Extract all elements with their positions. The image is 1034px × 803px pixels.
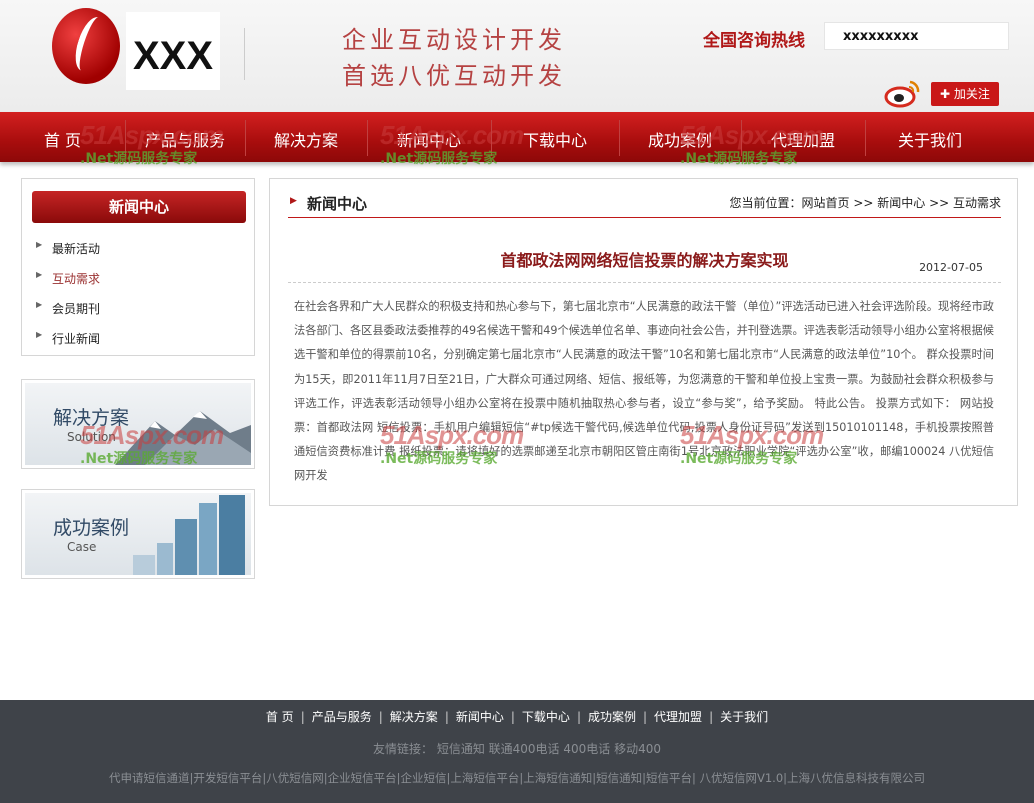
- footer-link-agency[interactable]: 代理加盟: [654, 710, 702, 724]
- sidebar-item-industry-news[interactable]: ▶ 行业新闻: [36, 330, 101, 347]
- logo-divider: [244, 28, 245, 80]
- breadcrumb[interactable]: 您当前位置：网站首页 >> 新闻中心 >> 互动需求: [730, 194, 1001, 211]
- slogan-line-1: 企业互动设计开发: [342, 26, 566, 54]
- nav-item-news[interactable]: 新闻中心: [367, 112, 491, 162]
- section-arrow-icon: ▶: [290, 196, 297, 206]
- friend-links: 友情链接： 短信通知 联通400电话 400电话 移动400: [0, 740, 1034, 757]
- friend-links-label: 友情链接：: [372, 742, 433, 756]
- footer-link-news[interactable]: 新闻中心: [456, 710, 504, 724]
- article-body: 在社会各界和广大人民群众的积极支持和热心参与下，第七届北京市“人民满意的政法干警…: [294, 300, 994, 483]
- case-banner[interactable]: 成功案例 Case: [21, 489, 255, 579]
- section-divider: [288, 217, 1001, 218]
- bullet-icon: ▶: [36, 330, 43, 339]
- sidebar-item-label: 会员期刊: [52, 302, 101, 316]
- nav-item-home[interactable]: 首 页: [0, 112, 125, 162]
- bullet-icon: ▶: [36, 270, 43, 279]
- nav-item-downloads[interactable]: 下载中心: [491, 112, 619, 162]
- nav-item-about[interactable]: 关于我们: [865, 112, 995, 162]
- follow-button[interactable]: ✚ 加关注: [931, 82, 999, 106]
- footer-nav: 首 页 | 产品与服务 | 解决方案 | 新闻中心 | 下载中心 | 成功案例 | 代理加盟 | 关于我们: [265, 710, 769, 724]
- case-banner-subtitle: Case: [67, 540, 97, 554]
- sidebar-item-label: 最新活动: [52, 242, 101, 256]
- solution-banner-image: 解决方案 Solution: [25, 383, 251, 465]
- sidebar-item-label: 互动需求: [52, 272, 101, 286]
- footer-link-about[interactable]: 关于我们: [720, 710, 768, 724]
- footer-links-line[interactable]: 代申请短信通道|开发短信平台|八优短信网|企业短信平台|企业短信|上海短信平台|…: [0, 770, 1034, 786]
- footer-link-downloads[interactable]: 下载中心: [522, 710, 570, 724]
- bullet-icon: ▶: [36, 240, 43, 249]
- sidebar-item-label: 行业新闻: [52, 332, 101, 346]
- bullet-icon: ▶: [36, 300, 43, 309]
- plus-icon: ✚: [940, 87, 954, 101]
- solution-banner-subtitle: Solution: [67, 430, 116, 444]
- article-panel: ▶ 新闻中心 您当前位置：网站首页 >> 新闻中心 >> 互动需求 首都政法网网…: [269, 178, 1018, 506]
- article-divider: [288, 282, 1001, 283]
- sidebar-item-interactive-demand[interactable]: ▶ 互动需求: [36, 270, 101, 287]
- nav-item-cases[interactable]: 成功案例: [619, 112, 741, 162]
- article-title: 首都政法网网络短信投票的解决方案实现: [500, 251, 789, 270]
- nav-item-products[interactable]: 产品与服务: [125, 112, 245, 162]
- news-category-panel: 新闻中心 ▶ 最新活动 ▶ 互动需求 ▶ 会员期刊 ▶ 行业新闻: [21, 178, 255, 356]
- follow-label: 加关注: [953, 87, 990, 101]
- logo-icon[interactable]: [52, 8, 120, 84]
- slogan-line-2: 首选八优互动开发: [342, 62, 566, 90]
- hotline-box: xxxxxxxxx: [824, 22, 1009, 50]
- section-title: 新闻中心: [307, 195, 368, 213]
- logo-text: XXX: [132, 34, 214, 78]
- sidebar-item-latest-events[interactable]: ▶ 最新活动: [36, 240, 101, 257]
- case-banner-image: 成功案例 Case: [25, 493, 251, 575]
- sidebar-item-member-journal[interactable]: ▶ 会员期刊: [36, 300, 101, 317]
- news-panel-title: 新闻中心: [32, 191, 246, 223]
- footer-link-cases[interactable]: 成功案例: [588, 710, 636, 724]
- article-date: 2012-07-05: [919, 261, 983, 274]
- friend-links-list[interactable]: 短信通知 联通400电话 400电话 移动400: [437, 742, 661, 756]
- weibo-icon[interactable]: [884, 78, 922, 108]
- nav-item-solutions[interactable]: 解决方案: [245, 112, 367, 162]
- footer-link-solutions[interactable]: 解决方案: [390, 710, 438, 724]
- hotline-value: xxxxxxxxx: [843, 29, 919, 44]
- solution-banner-title: 解决方案: [53, 407, 130, 429]
- logo-box[interactable]: XXX: [126, 12, 220, 90]
- footer-link-home[interactable]: 首 页: [266, 710, 294, 724]
- hotline-label: 全国咨询热线: [703, 31, 805, 51]
- solution-banner[interactable]: 解决方案 Solution: [21, 379, 255, 469]
- footer-link-products[interactable]: 产品与服务: [312, 710, 372, 724]
- case-banner-title: 成功案例: [53, 517, 130, 539]
- site-footer: 首 页 | 产品与服务 | 解决方案 | 新闻中心 | 下载中心 | 成功案例 | 代理加盟 | 关于我们 …: [0, 700, 1034, 803]
- nav-item-agency[interactable]: 代理加盟: [741, 112, 865, 162]
- site-header: XXX 企业互动设计开发 首选八优互动开发 全国咨询热线 xxxxxxxxx ✚…: [0, 0, 1034, 112]
- main-nav: 首 页 产品与服务 解决方案 新闻中心 下载中心 成功案例 代理加盟 关于我们: [0, 112, 1034, 162]
